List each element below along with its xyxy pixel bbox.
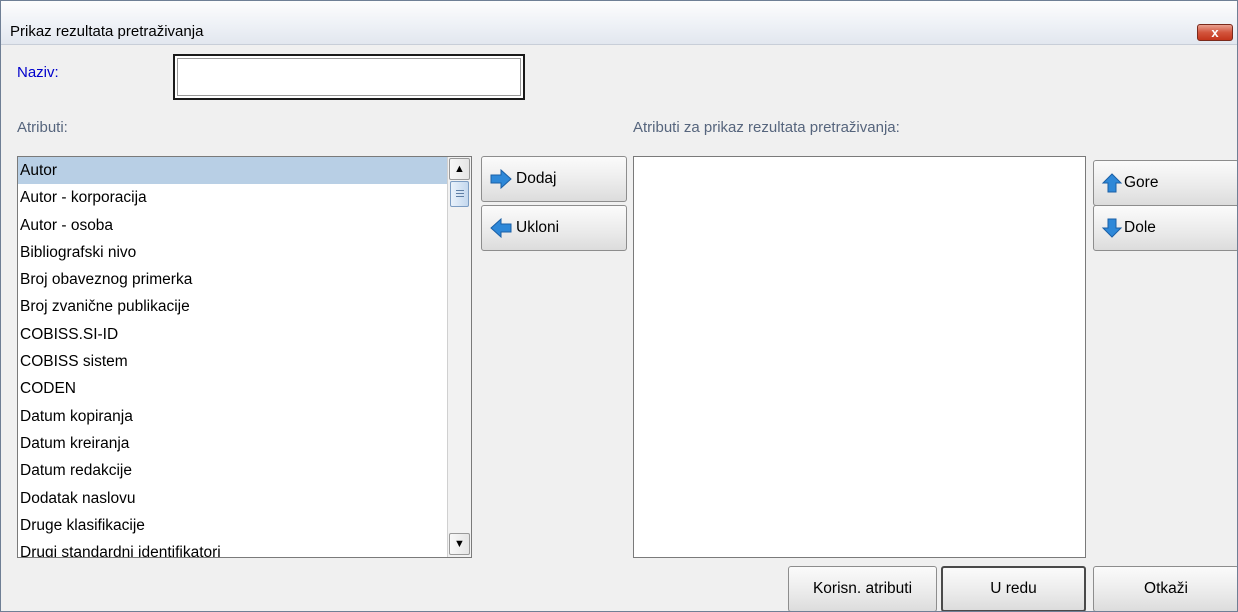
- list-item[interactable]: COBISS.SI-ID: [18, 321, 447, 348]
- list-item[interactable]: Autor - osoba: [18, 212, 447, 239]
- attributes-list[interactable]: Autor Autor - korporacija Autor - osoba …: [17, 156, 472, 558]
- name-input[interactable]: [173, 54, 525, 100]
- window-title: Prikaz rezultata pretraživanja: [10, 23, 204, 40]
- move-down-label: Dole: [1124, 219, 1156, 236]
- selected-attributes-list[interactable]: [633, 156, 1086, 558]
- selected-attributes-label: Atributi za prikaz rezultata pretraživan…: [633, 119, 900, 136]
- add-button[interactable]: Dodaj: [481, 156, 627, 202]
- add-button-label: Dodaj: [516, 170, 557, 187]
- list-item[interactable]: Druge klasifikacije: [18, 512, 447, 539]
- list-item[interactable]: Datum redakcije: [18, 457, 447, 484]
- arrow-down-icon: [1101, 218, 1123, 238]
- list-item[interactable]: Autor - korporacija: [18, 184, 447, 211]
- remove-button[interactable]: Ukloni: [481, 205, 627, 251]
- attributes-list-items: Autor Autor - korporacija Autor - osoba …: [18, 157, 447, 557]
- arrow-left-icon: [490, 218, 512, 238]
- attributes-scrollbar[interactable]: ▲ ▼: [447, 157, 471, 557]
- scrollbar-thumb[interactable]: [450, 181, 469, 207]
- close-button[interactable]: x: [1197, 24, 1233, 41]
- ok-button[interactable]: U redu: [941, 566, 1086, 611]
- list-item[interactable]: Broj obaveznog primerka: [18, 266, 447, 293]
- list-item[interactable]: Dodatak naslovu: [18, 485, 447, 512]
- list-item[interactable]: Datum kopiranja: [18, 403, 447, 430]
- move-up-button[interactable]: Gore: [1093, 160, 1237, 206]
- scroll-down-icon[interactable]: ▼: [449, 533, 470, 555]
- name-label: Naziv:: [17, 64, 59, 81]
- list-item[interactable]: Drugi standardni identifikatori: [18, 539, 447, 557]
- list-item[interactable]: CODEN: [18, 375, 447, 402]
- attributes-label: Atributi:: [17, 119, 68, 136]
- arrow-right-icon: [490, 169, 512, 189]
- list-item[interactable]: COBISS sistem: [18, 348, 447, 375]
- cancel-button[interactable]: Otkaži: [1093, 566, 1237, 611]
- remove-button-label: Ukloni: [516, 219, 560, 236]
- close-icon: x: [1211, 25, 1219, 40]
- arrow-up-icon: [1101, 173, 1123, 193]
- move-up-label: Gore: [1124, 174, 1159, 191]
- list-item[interactable]: Bibliografski nivo: [18, 239, 447, 266]
- scroll-up-icon[interactable]: ▲: [449, 158, 470, 180]
- dialog-window: Prikaz rezultata pretraživanja x Naziv: …: [0, 0, 1238, 612]
- title-bar[interactable]: Prikaz rezultata pretraživanja x: [1, 1, 1237, 45]
- grip-icon: [456, 190, 464, 197]
- user-attributes-button[interactable]: Korisn. atributi: [788, 566, 937, 611]
- move-down-button[interactable]: Dole: [1093, 205, 1237, 251]
- list-item-selected[interactable]: Autor: [18, 157, 447, 185]
- list-item[interactable]: Broj zvanične publikacije: [18, 293, 447, 320]
- list-item[interactable]: Datum kreiranja: [18, 430, 447, 457]
